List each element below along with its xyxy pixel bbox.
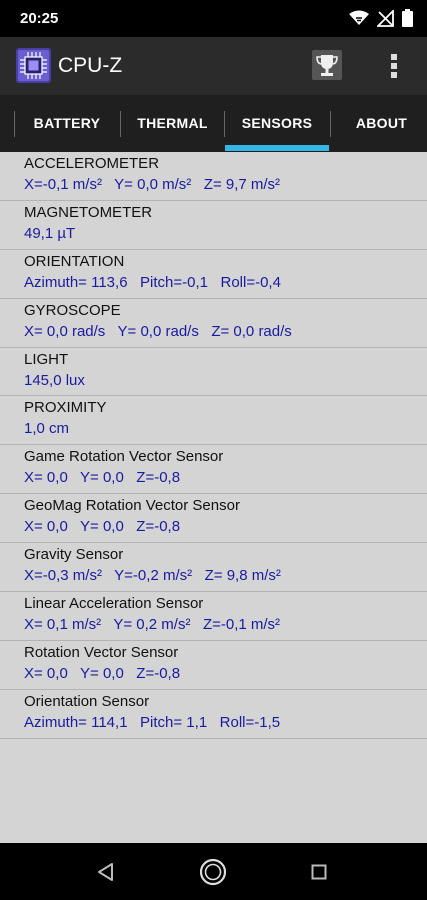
trophy-icon[interactable] — [312, 50, 342, 80]
sensor-value: Azimuth= 114,1 Pitch= 1,1 Roll=-1,5 — [24, 713, 281, 731]
tab-battery[interactable]: BATTERY — [15, 95, 119, 152]
sensor-row-light: LIGHT 145,0 lux — [0, 348, 427, 397]
app-title: CPU-Z — [58, 54, 123, 77]
sensor-name: ACCELEROMETER — [24, 155, 160, 172]
status-time: 20:25 — [20, 10, 59, 27]
app-bar: CPU-Z — [0, 37, 427, 95]
sensor-row-proximity: PROXIMITY 1,0 cm — [0, 396, 427, 446]
battery-icon — [402, 9, 413, 27]
sensor-list[interactable]: ACCELEROMETER X=-0,1 m/s² Y= 0,0 m/s² Z=… — [0, 152, 427, 843]
sensor-row-gravity: Gravity Sensor X=-0,3 m/s² Y=-0,2 m/s² Z… — [0, 543, 427, 593]
active-tab-indicator — [225, 145, 329, 151]
sensor-row-magnetometer: MAGNETOMETER 49,1 µT — [0, 201, 427, 250]
sensor-row-linear-acceleration: Linear Acceleration Sensor X= 0,1 m/s² Y… — [0, 592, 427, 641]
sensor-name: GeoMag Rotation Vector Sensor — [24, 497, 240, 515]
sensor-value: 49,1 µT — [24, 224, 76, 242]
sensor-value: X= 0,0 rad/s Y= 0,0 rad/s Z= 0,0 rad/s — [24, 322, 292, 340]
sensor-name: Game Rotation Vector Sensor — [24, 448, 224, 466]
sensor-row-gyroscope: GYROSCOPE X= 0,0 rad/s Y= 0,0 rad/s Z= 0… — [0, 299, 427, 348]
sensor-row-orientation-sensor: Orientation Sensor Azimuth= 114,1 Pitch=… — [0, 690, 427, 739]
sensor-value: X= 0,0 Y= 0,0 Z=-0,8 — [24, 518, 181, 536]
sensor-row-rotation-vector: Rotation Vector Sensor X= 0,0 Y= 0,0 Z=-… — [0, 641, 427, 690]
sensor-name: GYROSCOPE — [24, 301, 121, 319]
sensor-value: X= 0,1 m/s² Y= 0,2 m/s² Z=-0,1 m/s² — [24, 616, 281, 634]
sensor-name: MAGNETOMETER — [24, 203, 153, 221]
sensor-row-accelerometer: ACCELEROMETER X=-0,1 m/s² Y= 0,0 m/s² Z=… — [0, 152, 427, 201]
sensor-row-game-rotation-vector: Game Rotation Vector Sensor X= 0,0 Y= 0,… — [0, 445, 427, 495]
back-icon[interactable] — [96, 862, 116, 882]
sensor-name: Orientation Sensor — [24, 692, 150, 710]
sensor-name: Gravity Sensor — [24, 546, 124, 564]
sensor-value: 145,0 lux — [24, 371, 85, 389]
sensor-name: ORIENTATION — [24, 252, 125, 270]
sensor-row-geomag-rotation-vector: GeoMag Rotation Vector Sensor X= 0,0 Y= … — [0, 494, 427, 544]
overflow-menu-icon[interactable] — [382, 51, 406, 81]
sensor-row-orientation: ORIENTATION Azimuth= 113,6 Pitch=-0,1 Ro… — [0, 250, 427, 299]
tab-sensors[interactable]: SENSORS — [225, 95, 329, 152]
sensor-value: Azimuth= 113,6 Pitch=-0,1 Roll=-0,4 — [24, 273, 281, 291]
wifi-icon — [349, 10, 369, 25]
sensor-value: X= 0,0 Y= 0,0 Z=-0,8 — [24, 469, 181, 487]
sensor-value: 1,0 cm — [24, 420, 70, 438]
sensor-value: X=-0,1 m/s² Y= 0,0 m/s² Z= 9,7 m/s² — [24, 176, 281, 193]
recents-icon[interactable] — [311, 864, 327, 880]
sensor-name: Rotation Vector Sensor — [24, 643, 179, 661]
tab-about[interactable]: ABOUT — [331, 95, 427, 152]
sensor-name: Linear Acceleration Sensor — [24, 595, 204, 613]
sensor-value: X= 0,0 Y= 0,0 Z=-0,8 — [24, 664, 181, 682]
status-icons — [349, 9, 413, 27]
tab-bar: BATTERY THERMAL SENSORS ABOUT — [0, 95, 427, 152]
navigation-bar — [0, 843, 427, 900]
cpu-chip-icon — [16, 48, 51, 83]
no-signal-icon — [377, 9, 394, 27]
home-icon[interactable] — [199, 858, 227, 886]
sensor-name: PROXIMITY — [24, 399, 107, 417]
status-bar: 20:25 — [0, 0, 427, 37]
sensor-name: LIGHT — [24, 350, 69, 368]
sensor-value: X=-0,3 m/s² Y=-0,2 m/s² Z= 9,8 m/s² — [24, 567, 281, 585]
tab-thermal[interactable]: THERMAL — [121, 95, 224, 152]
